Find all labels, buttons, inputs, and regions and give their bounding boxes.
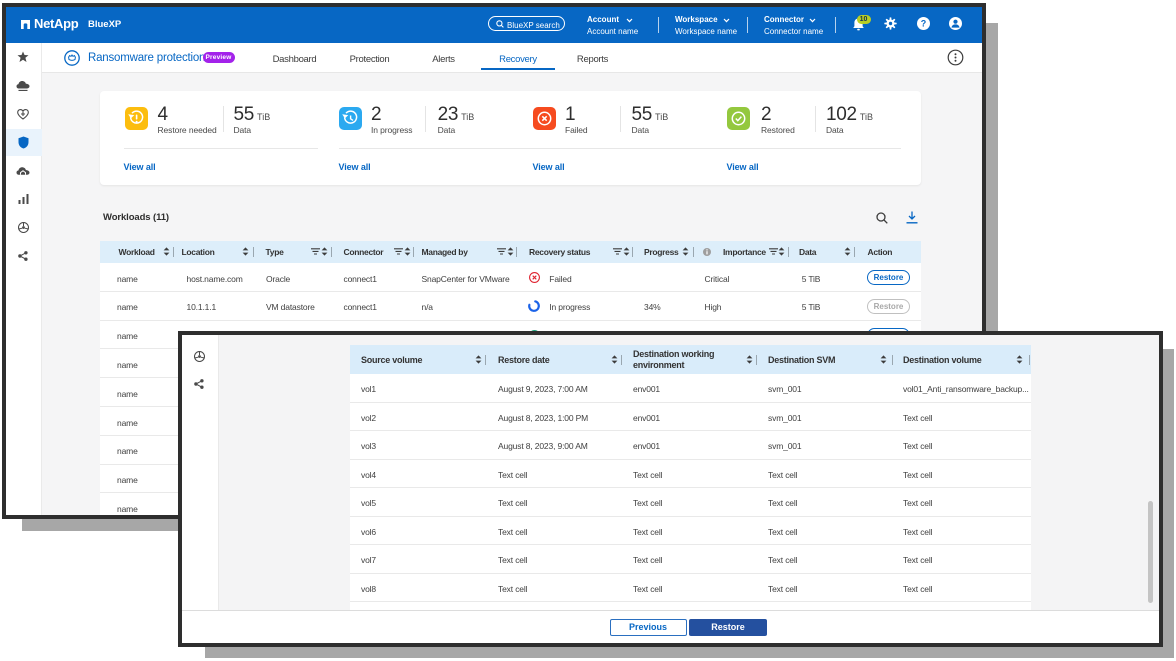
svg-text:?: ? <box>921 19 927 29</box>
